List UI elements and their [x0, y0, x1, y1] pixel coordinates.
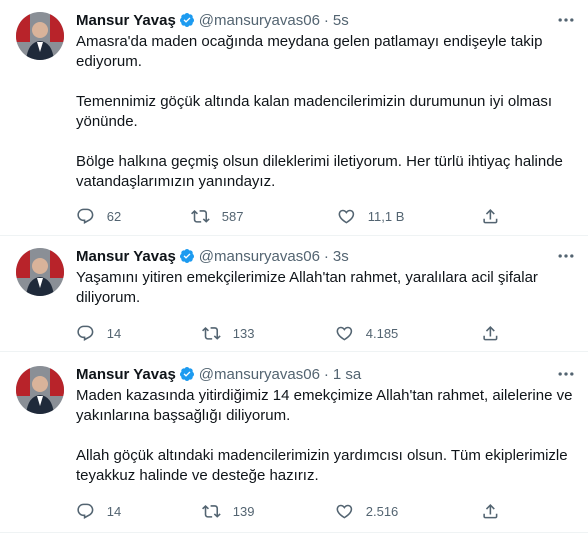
retweet-count: 133 [232, 325, 255, 341]
separator-dot: · [323, 248, 329, 265]
heart-icon [338, 209, 355, 224]
reply-button[interactable]: 62 [76, 204, 121, 228]
retweet-count: 139 [232, 503, 255, 519]
share-icon [483, 208, 498, 224]
retweet-icon [191, 209, 210, 223]
more-options-icon[interactable] [554, 244, 578, 268]
author-handle[interactable]: @mansuryavas06 [199, 248, 320, 265]
verified-badge-icon [179, 13, 194, 27]
tweet-paragraph: Yaşamını yitiren emekçilerimize Allah'ta… [76, 269, 538, 306]
tweet-actions: 14 133 4.185 [76, 321, 516, 345]
reply-button[interactable]: 14 [76, 499, 121, 523]
tweet-paragraph: Maden kazasında yitirdiğimiz 14 emekçimi… [76, 387, 573, 424]
share-icon [483, 325, 498, 341]
reply-count: 62 [106, 208, 122, 224]
retweet-count: 587 [221, 208, 244, 224]
reply-count: 14 [106, 503, 122, 519]
like-count: 2.516 [365, 503, 399, 519]
verified-badge-icon [179, 367, 194, 381]
author-name[interactable]: Mansur Yavaş [76, 366, 176, 383]
like-count: 4.185 [365, 325, 399, 341]
author-handle[interactable]: @mansuryavas06 [199, 366, 320, 383]
tweet-actions: 62 587 11,1 B [76, 204, 516, 228]
more-options-icon[interactable] [554, 8, 578, 32]
avatar[interactable] [16, 12, 64, 60]
tweet-paragraph: Bölge halkına geçmiş olsun dileklerimi i… [76, 153, 563, 190]
verified-badge-icon [179, 249, 194, 263]
share-button[interactable] [481, 321, 500, 345]
reply-icon [77, 503, 94, 519]
separator-dot: · [323, 12, 329, 29]
heart-icon [336, 504, 353, 519]
tweet[interactable]: Mansur Yavaş @mansuryavas06 · 3s Yaşamını y… [0, 248, 588, 348]
tweet-text: Amasra'da maden ocağında meydana gelen p… [76, 32, 576, 192]
separator-dot: · [323, 366, 329, 383]
timestamp[interactable]: 1 sa [333, 366, 361, 383]
timestamp[interactable]: 3s [333, 248, 349, 265]
reply-icon [77, 325, 94, 341]
heart-icon [336, 326, 353, 341]
reply-count: 14 [106, 325, 122, 341]
like-button[interactable]: 4.185 [335, 321, 398, 345]
author-handle[interactable]: @mansuryavas06 [199, 12, 320, 29]
divider [0, 532, 588, 533]
tweet-text: Maden kazasında yitirdiğimiz 14 emekçimi… [76, 386, 576, 486]
share-button[interactable] [481, 204, 500, 228]
retweet-button[interactable]: 133 [202, 321, 254, 345]
tweet-paragraph: Amasra'da maden ocağında meydana gelen p… [76, 33, 543, 70]
tweet-text: Yaşamını yitiren emekçilerimize Allah'ta… [76, 268, 576, 308]
divider [0, 351, 588, 352]
retweet-button[interactable]: 139 [202, 499, 254, 523]
avatar[interactable] [16, 248, 64, 296]
reply-button[interactable]: 14 [76, 321, 121, 345]
retweet-icon [202, 326, 221, 340]
like-button[interactable]: 11,1 B [337, 204, 404, 228]
tweet-paragraph: Allah göçük altındaki madencilerimizin y… [76, 447, 568, 484]
share-icon [483, 503, 498, 519]
more-options-icon[interactable] [554, 362, 578, 386]
avatar[interactable] [16, 366, 64, 414]
tweet-paragraph: Temennimiz göçük altında kalan madencile… [76, 93, 553, 130]
tweet-actions: 14 139 2.516 [76, 499, 516, 523]
share-button[interactable] [481, 499, 500, 523]
timestamp[interactable]: 5s [333, 12, 349, 29]
divider [0, 235, 588, 236]
author-name[interactable]: Mansur Yavaş [76, 12, 176, 29]
like-button[interactable]: 2.516 [335, 499, 398, 523]
retweet-button[interactable]: 587 [191, 204, 243, 228]
tweet[interactable]: Mansur Yavaş @mansuryavas06 · 5s Amasra'da … [0, 12, 588, 232]
reply-icon [77, 208, 94, 224]
retweet-icon [202, 504, 221, 518]
tweet[interactable]: Mansur Yavaş @mansuryavas06 · 1 sa Maden ka… [0, 366, 588, 531]
like-count: 11,1 B [367, 208, 405, 224]
author-name[interactable]: Mansur Yavaş [76, 248, 176, 265]
